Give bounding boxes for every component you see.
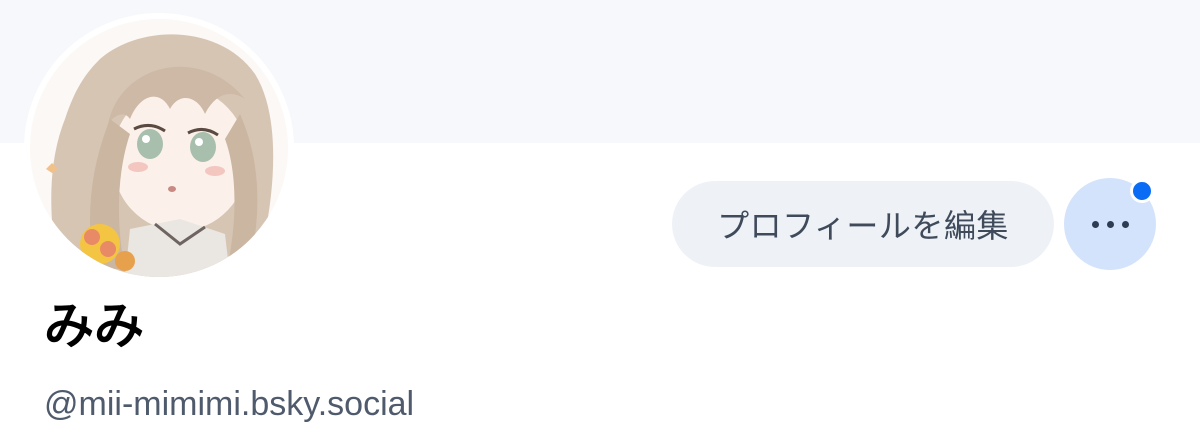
edit-profile-button[interactable]: プロフィールを編集 (672, 181, 1054, 267)
user-handle: @mii-mimimi.bsky.social (44, 385, 415, 423)
avatar[interactable] (24, 13, 294, 283)
display-name: みみ (44, 297, 144, 355)
notification-dot-icon (1130, 179, 1154, 203)
avatar-illustration (30, 19, 288, 277)
ellipsis-icon (1091, 220, 1129, 228)
